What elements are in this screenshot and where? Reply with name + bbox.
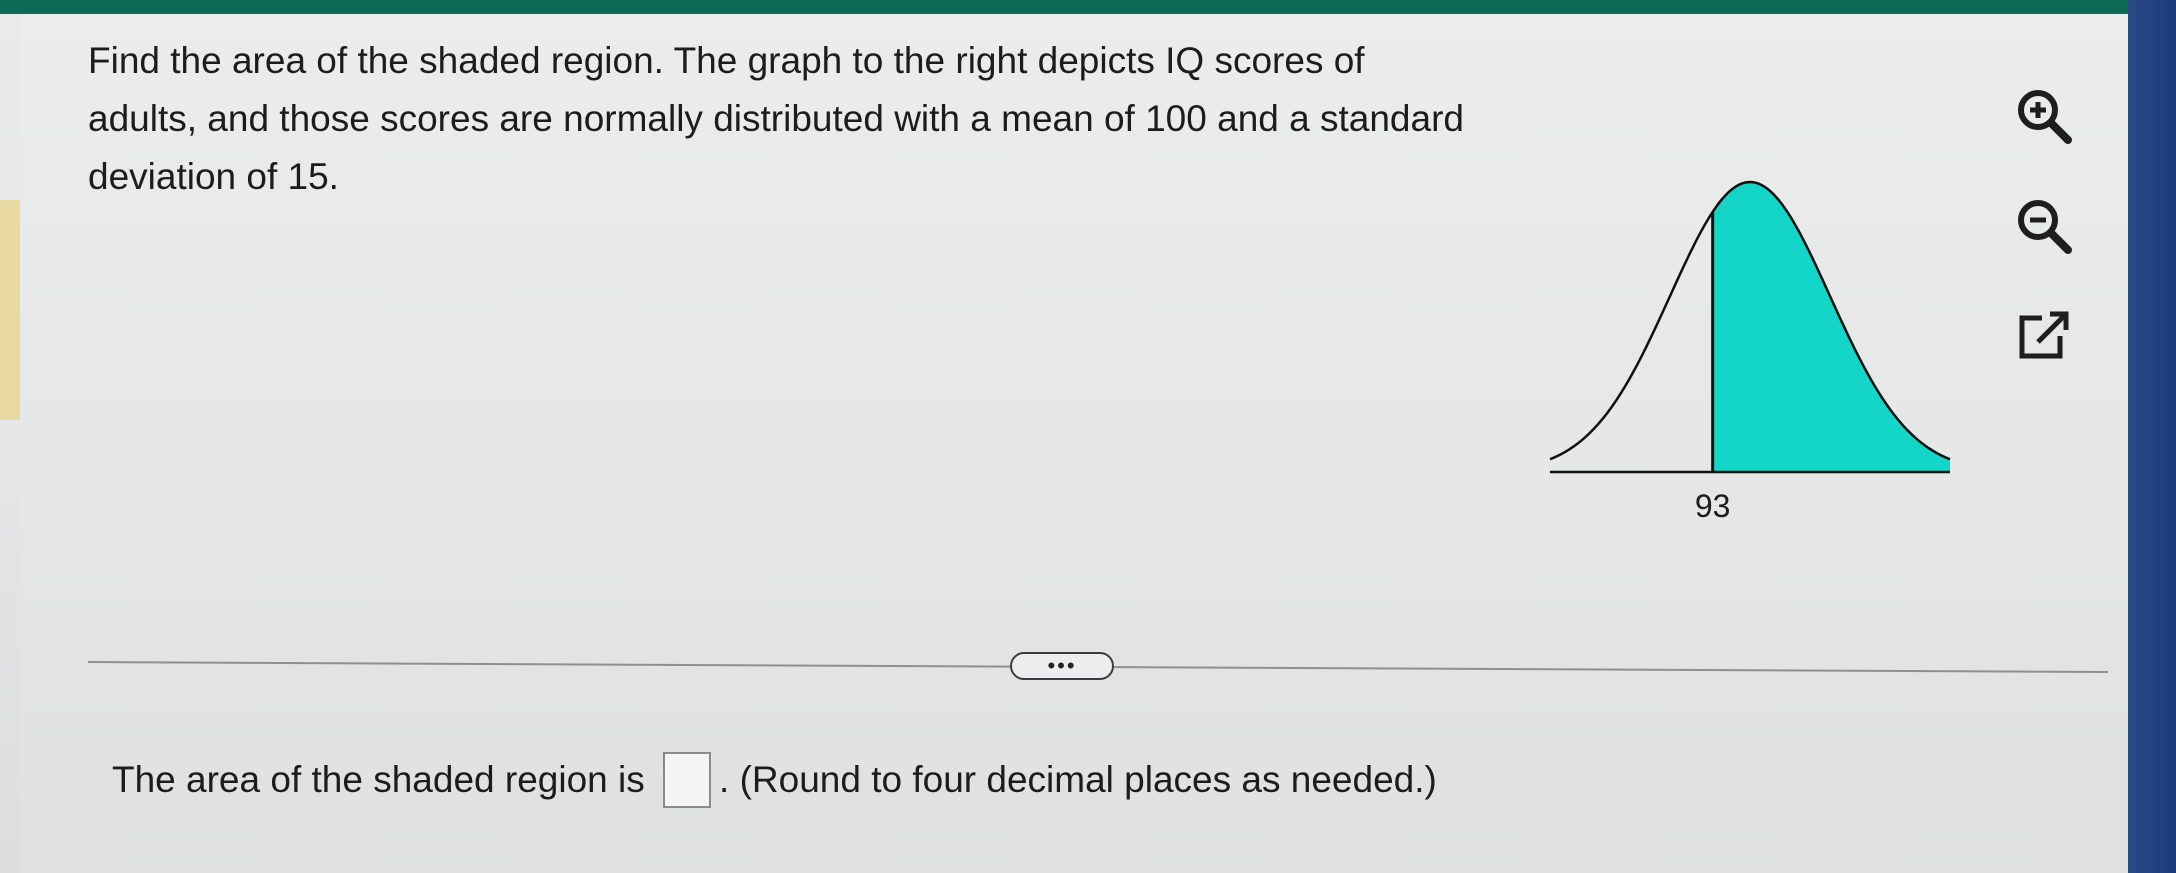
right-edge-bar [2128,0,2176,873]
zoom-in-icon[interactable] [2008,80,2080,152]
normal-distribution-chart: 93 [1549,180,1951,524]
question-text: Find the area of the shaded region. The … [88,40,1464,197]
screen: Find the area of the shaded region. The … [0,0,2176,873]
tick-label-93: 93 [1695,488,1731,524]
answer-input[interactable] [663,752,712,809]
zoom-out-icon[interactable] [2008,190,2080,262]
top-bar [0,0,2176,14]
answer-prefix: The area of the shaded region is [112,759,645,800]
shaded-region [1712,182,1950,472]
external-link-icon[interactable] [2008,300,2080,372]
answer-suffix: . (Round to four decimal places as neede… [719,759,1437,800]
answer-line: The area of the shaded region is . (Roun… [112,752,1812,810]
graph-toolbar [2008,80,2098,400]
expand-button[interactable]: ••• [1010,652,1114,680]
